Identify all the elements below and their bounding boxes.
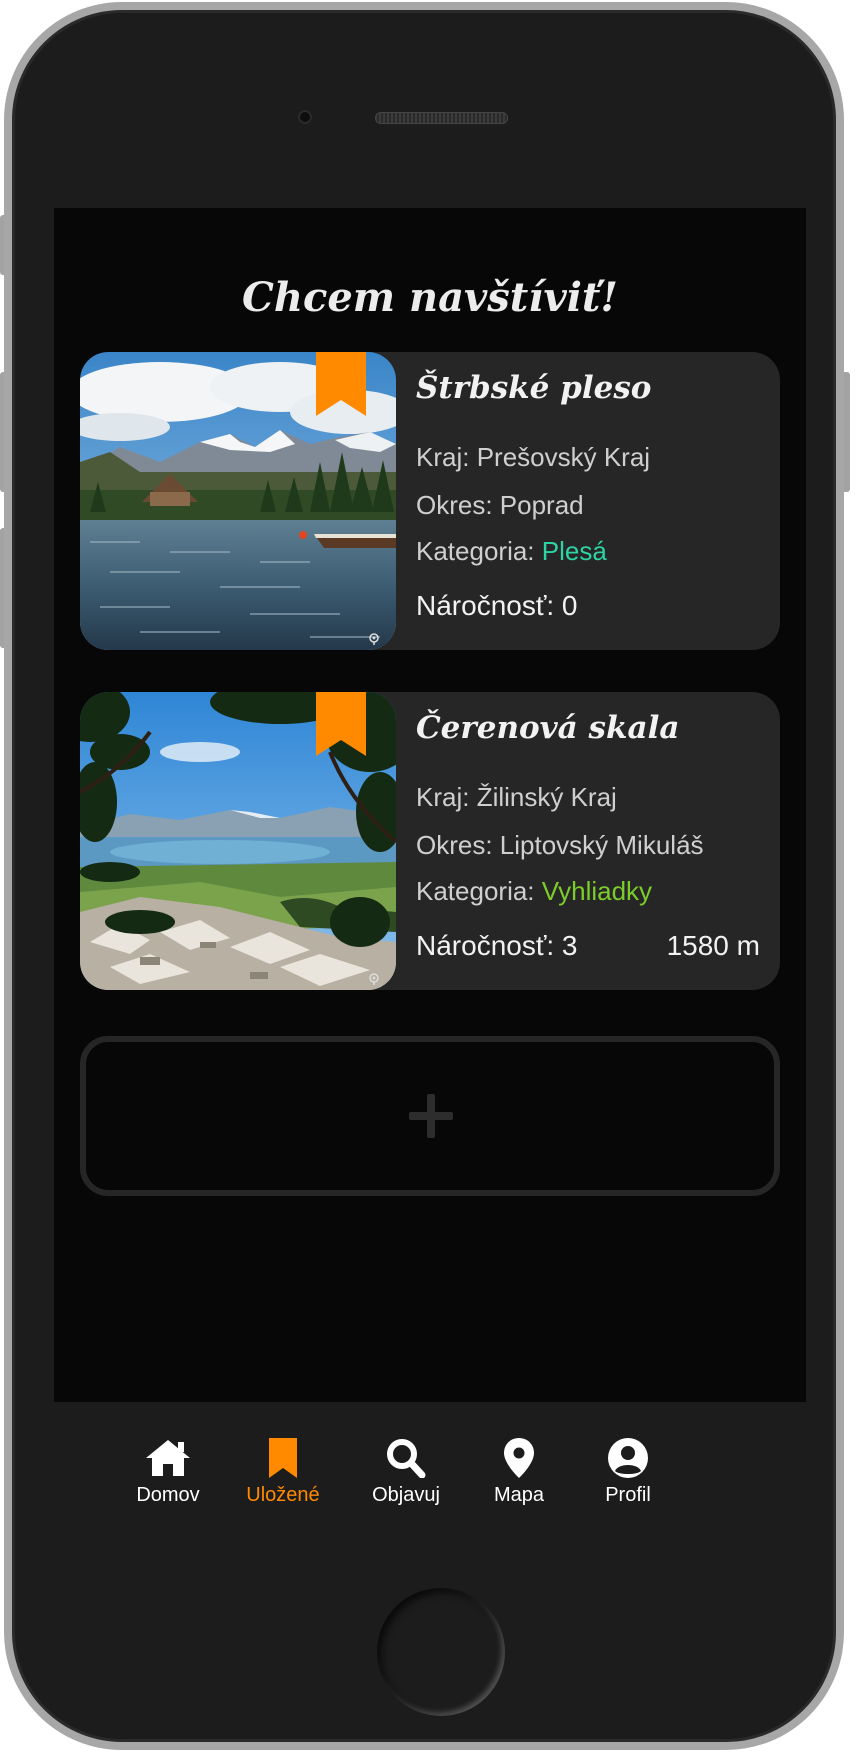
region-value: Prešovský Kraj: [476, 442, 651, 472]
profile-icon: [608, 1438, 648, 1478]
home-button[interactable]: [377, 1588, 505, 1716]
region-line: Kraj: Prešovský Kraj: [416, 442, 650, 473]
bookmark-icon[interactable]: [316, 692, 366, 756]
region-value: Žilinský Kraj: [476, 782, 617, 812]
place-image: [80, 692, 396, 990]
district-label: Okres:: [416, 490, 500, 520]
difficulty: Náročnosť: 0: [416, 590, 578, 621]
nav-item-map[interactable]: Mapa: [464, 1438, 574, 1507]
bookmark-icon: [269, 1438, 297, 1478]
bottom-navigation: Domov Uložené Objavuj Mapa Profil: [54, 1402, 806, 1544]
place-title: Štrbské pleso: [416, 370, 652, 406]
category-label: Kategoria:: [416, 876, 542, 906]
nav-item-discover[interactable]: Objavuj: [351, 1438, 461, 1507]
category-line: Kategoria: Plesá: [416, 536, 607, 567]
region-label: Kraj:: [416, 442, 477, 472]
add-place-button[interactable]: [80, 1036, 780, 1196]
front-camera: [298, 110, 312, 124]
district-label: Okres:: [416, 830, 500, 860]
category-value[interactable]: Vyhliadky: [542, 876, 652, 906]
earpiece-speaker: [375, 112, 508, 124]
bookmark-icon[interactable]: [316, 352, 366, 416]
photo-location-icon: [369, 973, 379, 985]
place-title: Čerenová skala: [416, 710, 680, 746]
region-label: Kraj:: [416, 782, 477, 812]
search-icon: [387, 1439, 426, 1478]
category-value[interactable]: Plesá: [542, 536, 607, 566]
home-icon: [146, 1440, 190, 1476]
place-image: [80, 352, 396, 650]
category-line: Kategoria: Vyhliadky: [416, 876, 652, 907]
nav-label-discover: Objavuj: [372, 1484, 440, 1506]
region-line: Kraj: Žilinský Kraj: [416, 782, 617, 813]
difficulty: Náročnosť: 3: [416, 930, 578, 961]
nav-item-profile[interactable]: Profil: [573, 1438, 683, 1507]
nav-label-home: Domov: [136, 1484, 200, 1506]
district-value: Liptovský Mikuláš: [499, 830, 704, 860]
nav-label-map: Mapa: [493, 1484, 545, 1506]
district-line: Okres: Liptovský Mikuláš: [416, 830, 704, 861]
altitude: 1580 m: [666, 930, 760, 961]
place-card[interactable]: Štrbské pleso Kraj: Prešovský Kraj Okres…: [80, 352, 780, 650]
page-title: Chcem navštíviť!: [242, 274, 618, 321]
photo-location-icon: [369, 633, 379, 645]
district-line: Okres: Poprad: [416, 490, 584, 521]
category-label: Kategoria:: [416, 536, 542, 566]
nav-item-saved[interactable]: Uložené: [228, 1438, 338, 1507]
nav-label-profile: Profil: [605, 1484, 651, 1506]
map-pin-icon: [504, 1438, 534, 1478]
app-screen: Chcem navštíviť! Štrbské pleso Kraj: Pre…: [54, 208, 806, 1544]
place-card[interactable]: Čerenová skala Kraj: Žilinský Kraj Okres…: [80, 692, 780, 990]
nav-item-home[interactable]: Domov: [113, 1438, 223, 1507]
nav-label-saved: Uložené: [246, 1484, 320, 1506]
district-value: Poprad: [499, 490, 584, 520]
